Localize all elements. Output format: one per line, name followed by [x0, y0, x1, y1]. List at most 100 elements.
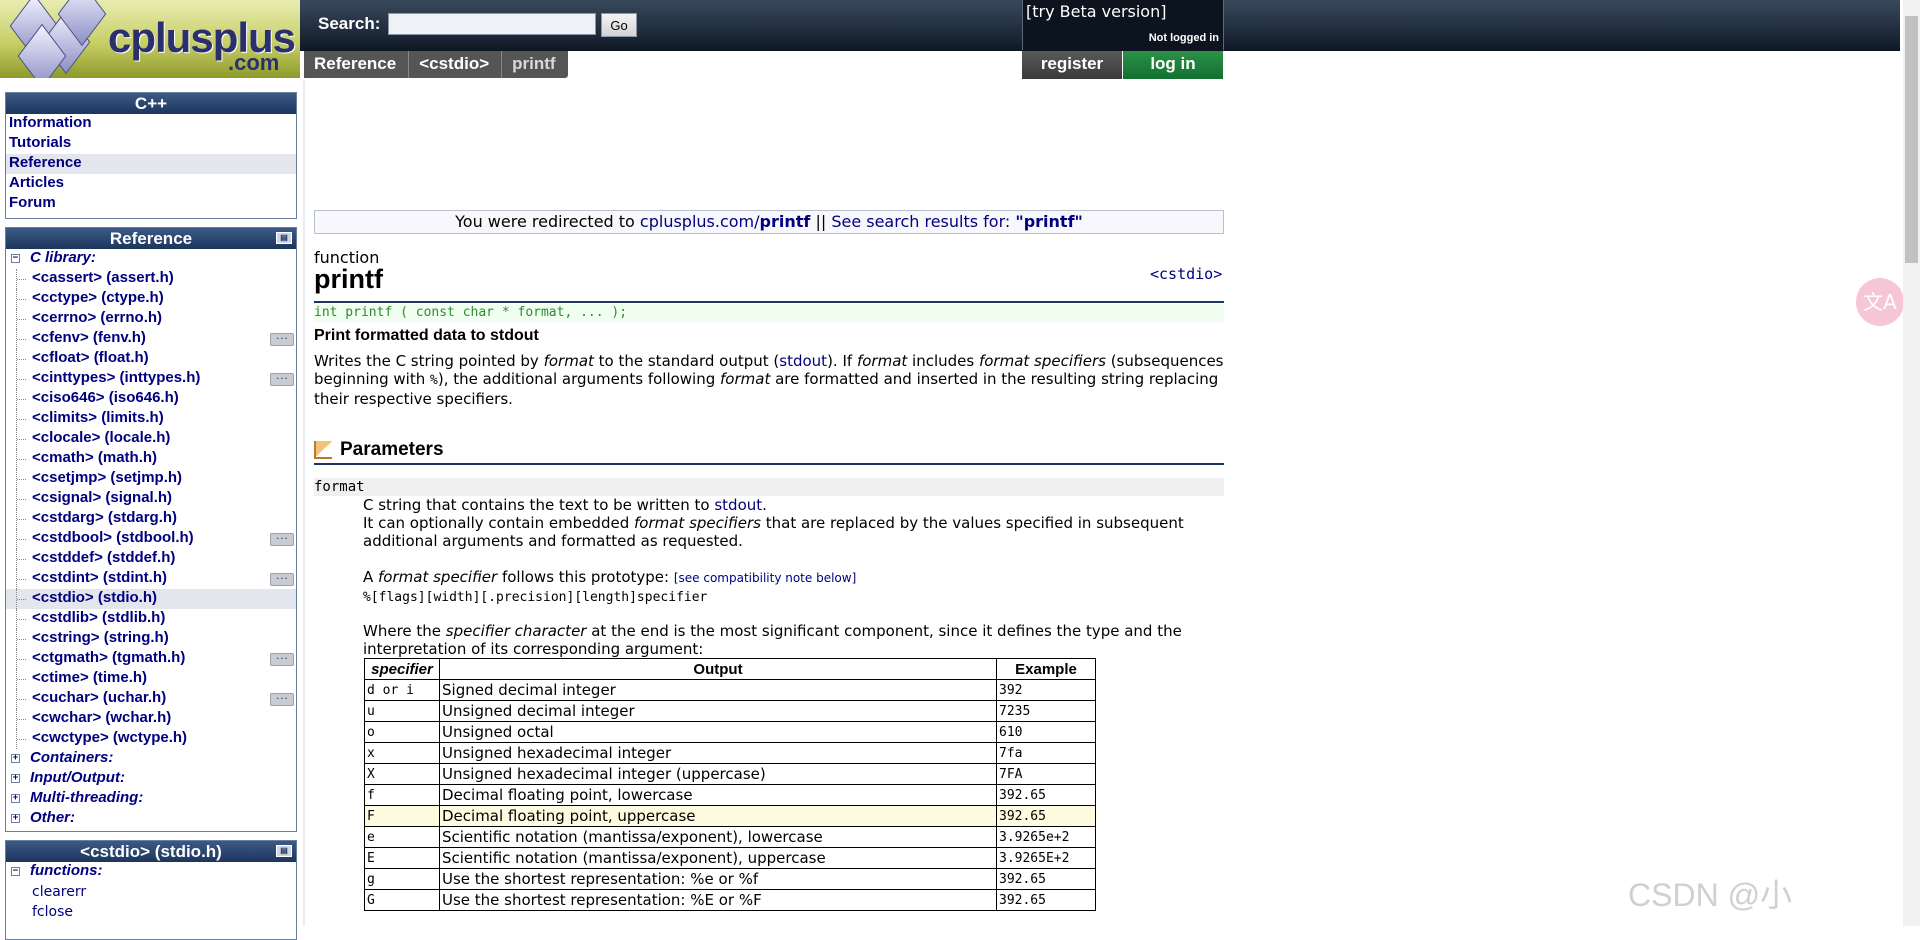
desc-text: Writes the C string pointed by	[314, 352, 544, 370]
sidebar-header-item[interactable]: <cerrno> (errno.h)	[6, 309, 296, 329]
param-description-2: A format specifier follows this prototyp…	[363, 568, 1203, 607]
expand-icon[interactable]: +	[11, 774, 20, 783]
sidebar-header-link[interactable]: <cassert> (assert.h)	[32, 269, 174, 286]
sidebar-header-item[interactable]: <cstdio> (stdio.h)	[6, 589, 296, 609]
sidebar-header-item[interactable]: <cfloat> (float.h)	[6, 349, 296, 369]
sidebar-header-item[interactable]: <cstddef> (stddef.h)	[6, 549, 296, 569]
sidebar-item-forum[interactable]: Forum	[6, 194, 296, 214]
sidebar-header-item[interactable]: <csetjmp> (setjmp.h)	[6, 469, 296, 489]
sidebar-header-item[interactable]: <cwctype> (wctype.h)	[6, 729, 296, 749]
function-link[interactable]: clearerr	[6, 882, 296, 902]
sidebar-header-link[interactable]: <climits> (limits.h)	[32, 409, 164, 426]
tree-line	[16, 589, 27, 609]
sidebar-item-articles[interactable]: Articles	[6, 174, 296, 194]
stdout-link[interactable]: stdout	[714, 496, 762, 514]
scrollbar-thumb[interactable]	[1905, 16, 1918, 263]
sidebar-header-link[interactable]: <cuchar> (uchar.h)	[32, 689, 166, 706]
sidebar-header-link[interactable]: <csignal> (signal.h)	[32, 489, 172, 506]
sidebar-header-item[interactable]: <cwchar> (wchar.h)	[6, 709, 296, 729]
sidebar-header-link[interactable]: <cwctype> (wctype.h)	[32, 729, 187, 746]
scrollbar[interactable]	[1903, 0, 1920, 926]
sidebar-header-item[interactable]: <cassert> (assert.h)	[6, 269, 296, 289]
table-cell-spec: X	[364, 763, 440, 785]
content-divider	[303, 79, 305, 926]
book-icon[interactable]: ▤	[276, 845, 292, 857]
sidebar-header-link[interactable]: <cfloat> (float.h)	[32, 349, 149, 366]
category-c-library[interactable]: − C library:	[6, 249, 296, 269]
sidebar-header-link[interactable]: <cstddef> (stddef.h)	[32, 549, 175, 566]
specifier-table-body: d or i Signed decimal integer 392 u Unsigned…	[364, 679, 1096, 911]
sidebar-category[interactable]: + Input/Output:	[6, 769, 296, 789]
book-icon[interactable]: ▤	[276, 232, 292, 244]
tree-line	[16, 409, 27, 429]
collapse-icon[interactable]: −	[11, 867, 20, 876]
expand-icon[interactable]: +	[11, 794, 20, 803]
sidebar-header-item[interactable]: <cstdint> (stdint.h) ···	[6, 569, 296, 589]
sidebar-header-link[interactable]: <clocale> (locale.h)	[32, 429, 170, 446]
sidebar-header-item[interactable]: <cuchar> (uchar.h) ···	[6, 689, 296, 709]
table-row: g Use the shortest representation: %e or …	[364, 868, 1096, 890]
redirect-link[interactable]: cplusplus.com/printf	[640, 212, 810, 231]
sidebar-header-link[interactable]: <cfenv> (fenv.h)	[32, 329, 146, 346]
breadcrumb-cstdio[interactable]: <cstdio>	[409, 51, 503, 78]
expand-icon[interactable]: +	[11, 814, 20, 823]
sidebar-header-item[interactable]: <cmath> (math.h)	[6, 449, 296, 469]
table-cell-spec: E	[364, 847, 440, 869]
login-button[interactable]: log in	[1123, 51, 1223, 79]
account-panel: [try Beta version] Not logged in	[1022, 0, 1224, 50]
sidebar-header-link[interactable]: <csetjmp> (setjmp.h)	[32, 469, 182, 486]
sidebar-header-link[interactable]: <cmath> (math.h)	[32, 449, 157, 466]
sidebar-header-link[interactable]: <cerrno> (errno.h)	[32, 309, 162, 326]
sidebar-header-link[interactable]: <cwchar> (wchar.h)	[32, 709, 171, 726]
sidebar-header-item[interactable]: <ctime> (time.h)	[6, 669, 296, 689]
sidebar-header-item[interactable]: <cfenv> (fenv.h) ···	[6, 329, 296, 349]
sidebar-header-link[interactable]: <cstdint> (stdint.h)	[32, 569, 167, 586]
sidebar-header-link[interactable]: <cinttypes> (inttypes.h)	[32, 369, 200, 386]
sidebar-header-item[interactable]: <climits> (limits.h)	[6, 409, 296, 429]
sidebar-header-link[interactable]: <cctype> (ctype.h)	[32, 289, 164, 306]
desc-code: %	[430, 373, 438, 388]
sidebar-header-link[interactable]: <cstdlib> (stdlib.h)	[32, 609, 165, 626]
tree-line	[16, 369, 27, 389]
sidebar-header-item[interactable]: <cinttypes> (inttypes.h) ···	[6, 369, 296, 389]
search-results-link[interactable]: See search results for: "printf"	[831, 212, 1083, 231]
sidebar-header-item[interactable]: <cstdlib> (stdlib.h)	[6, 609, 296, 629]
header-tag-link[interactable]: <cstdio>	[1150, 265, 1222, 283]
sidebar-header-link[interactable]: <ciso646> (iso646.h)	[32, 389, 179, 406]
sidebar-header-item[interactable]: <cstdbool> (stdbool.h) ···	[6, 529, 296, 549]
sidebar-header-item[interactable]: <csignal> (signal.h)	[6, 489, 296, 509]
sidebar-header-link[interactable]: <ctgmath> (tgmath.h)	[32, 649, 185, 666]
sidebar-header-item[interactable]: <ctgmath> (tgmath.h) ···	[6, 649, 296, 669]
collapse-icon[interactable]: −	[11, 254, 20, 263]
sidebar-header-item[interactable]: <cctype> (ctype.h)	[6, 289, 296, 309]
sidebar-category[interactable]: + Containers:	[6, 749, 296, 769]
breadcrumb-reference[interactable]: Reference	[304, 51, 410, 78]
function-link[interactable]: fclose	[6, 902, 296, 922]
function-list: clearerr fclose	[6, 882, 296, 922]
go-button[interactable]: Go	[601, 13, 637, 37]
table-cell-spec: G	[364, 889, 440, 911]
sidebar-header-item[interactable]: <cstdarg> (stdarg.h)	[6, 509, 296, 529]
sidebar-header-link[interactable]: <cstdio> (stdio.h)	[32, 589, 157, 606]
expand-icon[interactable]: +	[11, 754, 20, 763]
sidebar-item-reference[interactable]: Reference	[6, 154, 296, 174]
site-logo[interactable]: cplusplus .com	[0, 0, 300, 78]
sidebar-header-item[interactable]: <ciso646> (iso646.h)	[6, 389, 296, 409]
sidebar-category[interactable]: + Multi-threading:	[6, 789, 296, 809]
sidebar-item-information[interactable]: Information	[6, 114, 296, 134]
sidebar-header-item[interactable]: <clocale> (locale.h)	[6, 429, 296, 449]
sidebar-header-link[interactable]: <ctime> (time.h)	[32, 669, 147, 686]
sidebar-item-tutorials[interactable]: Tutorials	[6, 134, 296, 154]
sidebar-header-link[interactable]: <cstring> (string.h)	[32, 629, 169, 646]
beta-version-link[interactable]: [try Beta version]	[1026, 2, 1166, 21]
compatibility-note-link[interactable]: [see compatibility note below]	[674, 571, 856, 585]
stdout-link[interactable]: stdout	[779, 352, 827, 370]
search-input[interactable]	[388, 13, 596, 35]
register-button[interactable]: register	[1022, 51, 1122, 79]
sidebar-header-link[interactable]: <cstdbool> (stdbool.h)	[32, 529, 194, 546]
translate-icon[interactable]: 文A	[1856, 278, 1904, 326]
category-functions[interactable]: − functions:	[6, 862, 296, 882]
sidebar-category[interactable]: + Other:	[6, 809, 296, 829]
sidebar-header-link[interactable]: <cstdarg> (stdarg.h)	[32, 509, 177, 526]
sidebar-header-item[interactable]: <cstring> (string.h)	[6, 629, 296, 649]
